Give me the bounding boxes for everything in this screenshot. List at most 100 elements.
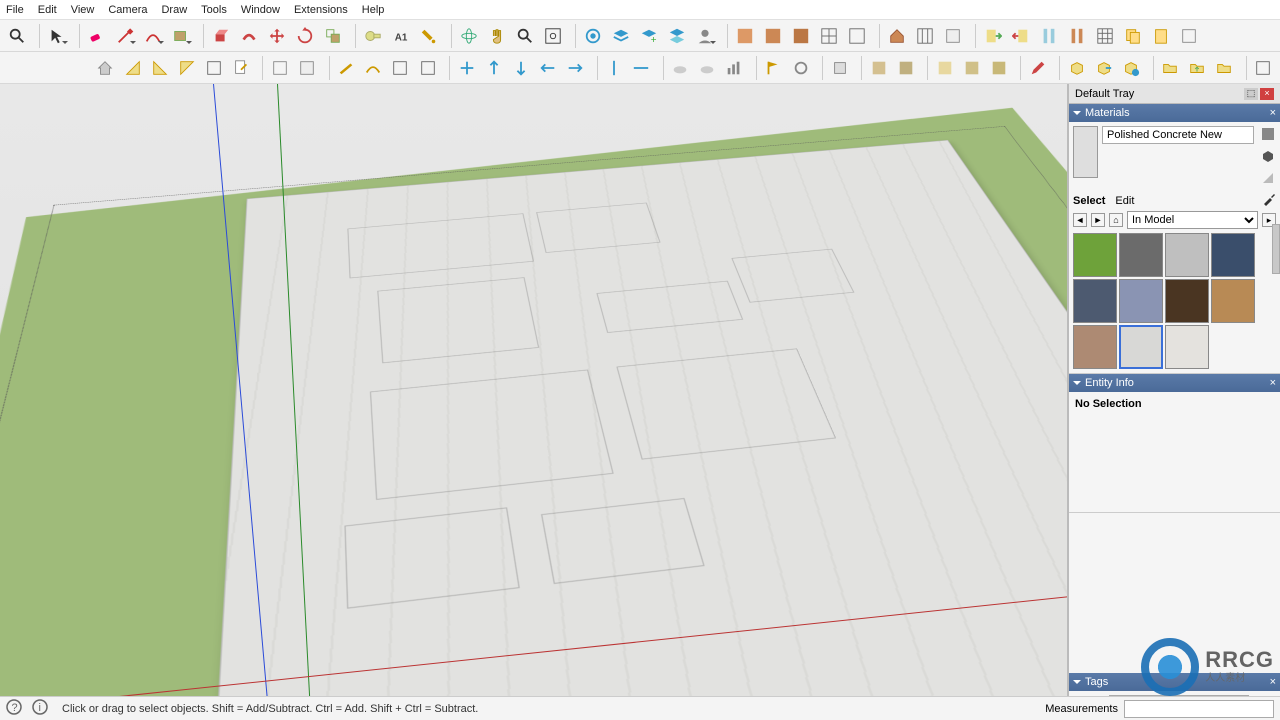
export-icon[interactable] bbox=[1008, 23, 1034, 49]
materials-tab-edit[interactable]: Edit bbox=[1115, 195, 1134, 207]
panel-icon[interactable] bbox=[940, 23, 966, 49]
flag-icon[interactable] bbox=[761, 55, 786, 81]
home-icon[interactable] bbox=[93, 55, 118, 81]
line-tool-icon[interactable] bbox=[112, 23, 138, 49]
swatch-dark-gray[interactable] bbox=[1119, 233, 1163, 277]
menu-edit[interactable]: Edit bbox=[38, 4, 57, 16]
pattern-4-icon[interactable] bbox=[959, 55, 984, 81]
eyedropper-icon[interactable] bbox=[1262, 192, 1276, 209]
menu-camera[interactable]: Camera bbox=[108, 4, 147, 16]
pan-tool-icon[interactable] bbox=[484, 23, 510, 49]
measurements-field[interactable] bbox=[1124, 700, 1274, 718]
library-back-icon[interactable]: ◄ bbox=[1073, 213, 1087, 227]
move-tool-icon[interactable] bbox=[264, 23, 290, 49]
grid-6-icon[interactable] bbox=[388, 55, 413, 81]
grid-1-icon[interactable] bbox=[816, 23, 842, 49]
box-arrow-icon[interactable] bbox=[1091, 55, 1116, 81]
tray-close-icon[interactable]: × bbox=[1260, 88, 1274, 100]
swatch-blue-gray[interactable] bbox=[1119, 279, 1163, 323]
tape-tool-icon[interactable] bbox=[360, 23, 386, 49]
align-1-icon[interactable] bbox=[267, 55, 292, 81]
library-forward-icon[interactable]: ► bbox=[1091, 213, 1105, 227]
settings-1-icon[interactable] bbox=[788, 55, 813, 81]
scale-tool-icon[interactable] bbox=[320, 23, 346, 49]
grid-8-icon[interactable] bbox=[1251, 55, 1276, 81]
align-2-icon[interactable] bbox=[295, 55, 320, 81]
zoom-extents-tool-icon[interactable] bbox=[540, 23, 566, 49]
swatch-brown-dark[interactable] bbox=[1165, 279, 1209, 323]
material-preview-swatch[interactable] bbox=[1073, 126, 1098, 178]
dim-2-icon[interactable] bbox=[481, 55, 506, 81]
dim-1-icon[interactable] bbox=[454, 55, 479, 81]
skew-1-icon[interactable] bbox=[334, 55, 359, 81]
layers-add-icon[interactable]: + bbox=[636, 23, 662, 49]
block-1-icon[interactable] bbox=[827, 55, 852, 81]
pattern-1-icon[interactable] bbox=[866, 55, 891, 81]
help-icon[interactable]: ? bbox=[6, 699, 22, 718]
followme-tool-icon[interactable] bbox=[236, 23, 262, 49]
axis-2-icon[interactable] bbox=[629, 55, 654, 81]
library-home-icon[interactable]: ⌂ bbox=[1109, 213, 1123, 227]
texture-1-icon[interactable] bbox=[732, 23, 758, 49]
material-name-field[interactable] bbox=[1102, 126, 1254, 144]
eraser-tool-icon[interactable] bbox=[84, 23, 110, 49]
axis-1-icon[interactable] bbox=[602, 55, 627, 81]
dim-5-icon[interactable] bbox=[563, 55, 588, 81]
edit-doc-icon[interactable] bbox=[229, 55, 254, 81]
layers-explode-icon[interactable] bbox=[664, 23, 690, 49]
misc-1-icon[interactable] bbox=[1176, 23, 1202, 49]
pushpull-tool-icon[interactable] bbox=[208, 23, 234, 49]
curve-1-icon[interactable] bbox=[361, 55, 386, 81]
folder-2-icon[interactable] bbox=[1212, 55, 1237, 81]
pattern-2-icon[interactable] bbox=[893, 55, 918, 81]
section-2-icon[interactable] bbox=[1064, 23, 1090, 49]
dim-3-icon[interactable] bbox=[508, 55, 533, 81]
arc-tool-icon[interactable] bbox=[140, 23, 166, 49]
materials-close-icon[interactable]: × bbox=[1270, 107, 1276, 119]
pattern-3-icon[interactable] bbox=[932, 55, 957, 81]
menu-file[interactable]: File bbox=[6, 4, 24, 16]
layers-icon[interactable] bbox=[608, 23, 634, 49]
swatch-brick-white[interactable] bbox=[1165, 325, 1209, 369]
text-tool-icon[interactable]: A1 bbox=[388, 23, 414, 49]
angle-2-icon[interactable] bbox=[147, 55, 172, 81]
cloud-2-icon[interactable] bbox=[695, 55, 720, 81]
rectangle-tool-icon[interactable] bbox=[168, 23, 194, 49]
angle-3-icon[interactable] bbox=[174, 55, 199, 81]
texture-3-icon[interactable] bbox=[788, 23, 814, 49]
grid-2-icon[interactable] bbox=[844, 23, 870, 49]
info-icon[interactable]: i bbox=[32, 699, 48, 718]
materials-scrollbar[interactable] bbox=[1272, 224, 1280, 274]
swatch-concrete-polished[interactable] bbox=[1119, 325, 1163, 369]
grid-3-icon[interactable] bbox=[912, 23, 938, 49]
swatch-beige[interactable] bbox=[1073, 325, 1117, 369]
pattern-5-icon[interactable] bbox=[986, 55, 1011, 81]
paste-icon[interactable] bbox=[1148, 23, 1174, 49]
rotate-tool-icon[interactable] bbox=[292, 23, 318, 49]
menu-tools[interactable]: Tools bbox=[201, 4, 227, 16]
paint-tool-icon[interactable] bbox=[416, 23, 442, 49]
tags-close-icon[interactable]: × bbox=[1270, 676, 1276, 688]
dim-4-icon[interactable] bbox=[535, 55, 560, 81]
menu-help[interactable]: Help bbox=[362, 4, 385, 16]
orbit-tool-icon[interactable] bbox=[456, 23, 482, 49]
import-icon[interactable] bbox=[980, 23, 1006, 49]
house-icon[interactable] bbox=[884, 23, 910, 49]
select-tool-icon[interactable] bbox=[44, 23, 70, 49]
box-gear-icon[interactable] bbox=[1119, 55, 1144, 81]
material-default-icon[interactable] bbox=[1260, 170, 1276, 186]
pencil-2-icon[interactable] bbox=[1025, 55, 1050, 81]
material-library-select[interactable]: In Model bbox=[1127, 211, 1258, 229]
copy-icon[interactable] bbox=[1120, 23, 1146, 49]
cloud-1-icon[interactable] bbox=[668, 55, 693, 81]
texture-2-icon[interactable] bbox=[760, 23, 786, 49]
outliner-icon[interactable] bbox=[580, 23, 606, 49]
swatch-tan[interactable] bbox=[1211, 279, 1255, 323]
angle-1-icon[interactable] bbox=[120, 55, 145, 81]
grid-4-icon[interactable] bbox=[1092, 23, 1118, 49]
swatch-navy[interactable] bbox=[1211, 233, 1255, 277]
grid-7-icon[interactable] bbox=[415, 55, 440, 81]
menu-window[interactable]: Window bbox=[241, 4, 280, 16]
menu-extensions[interactable]: Extensions bbox=[294, 4, 348, 16]
section-1-icon[interactable] bbox=[1036, 23, 1062, 49]
